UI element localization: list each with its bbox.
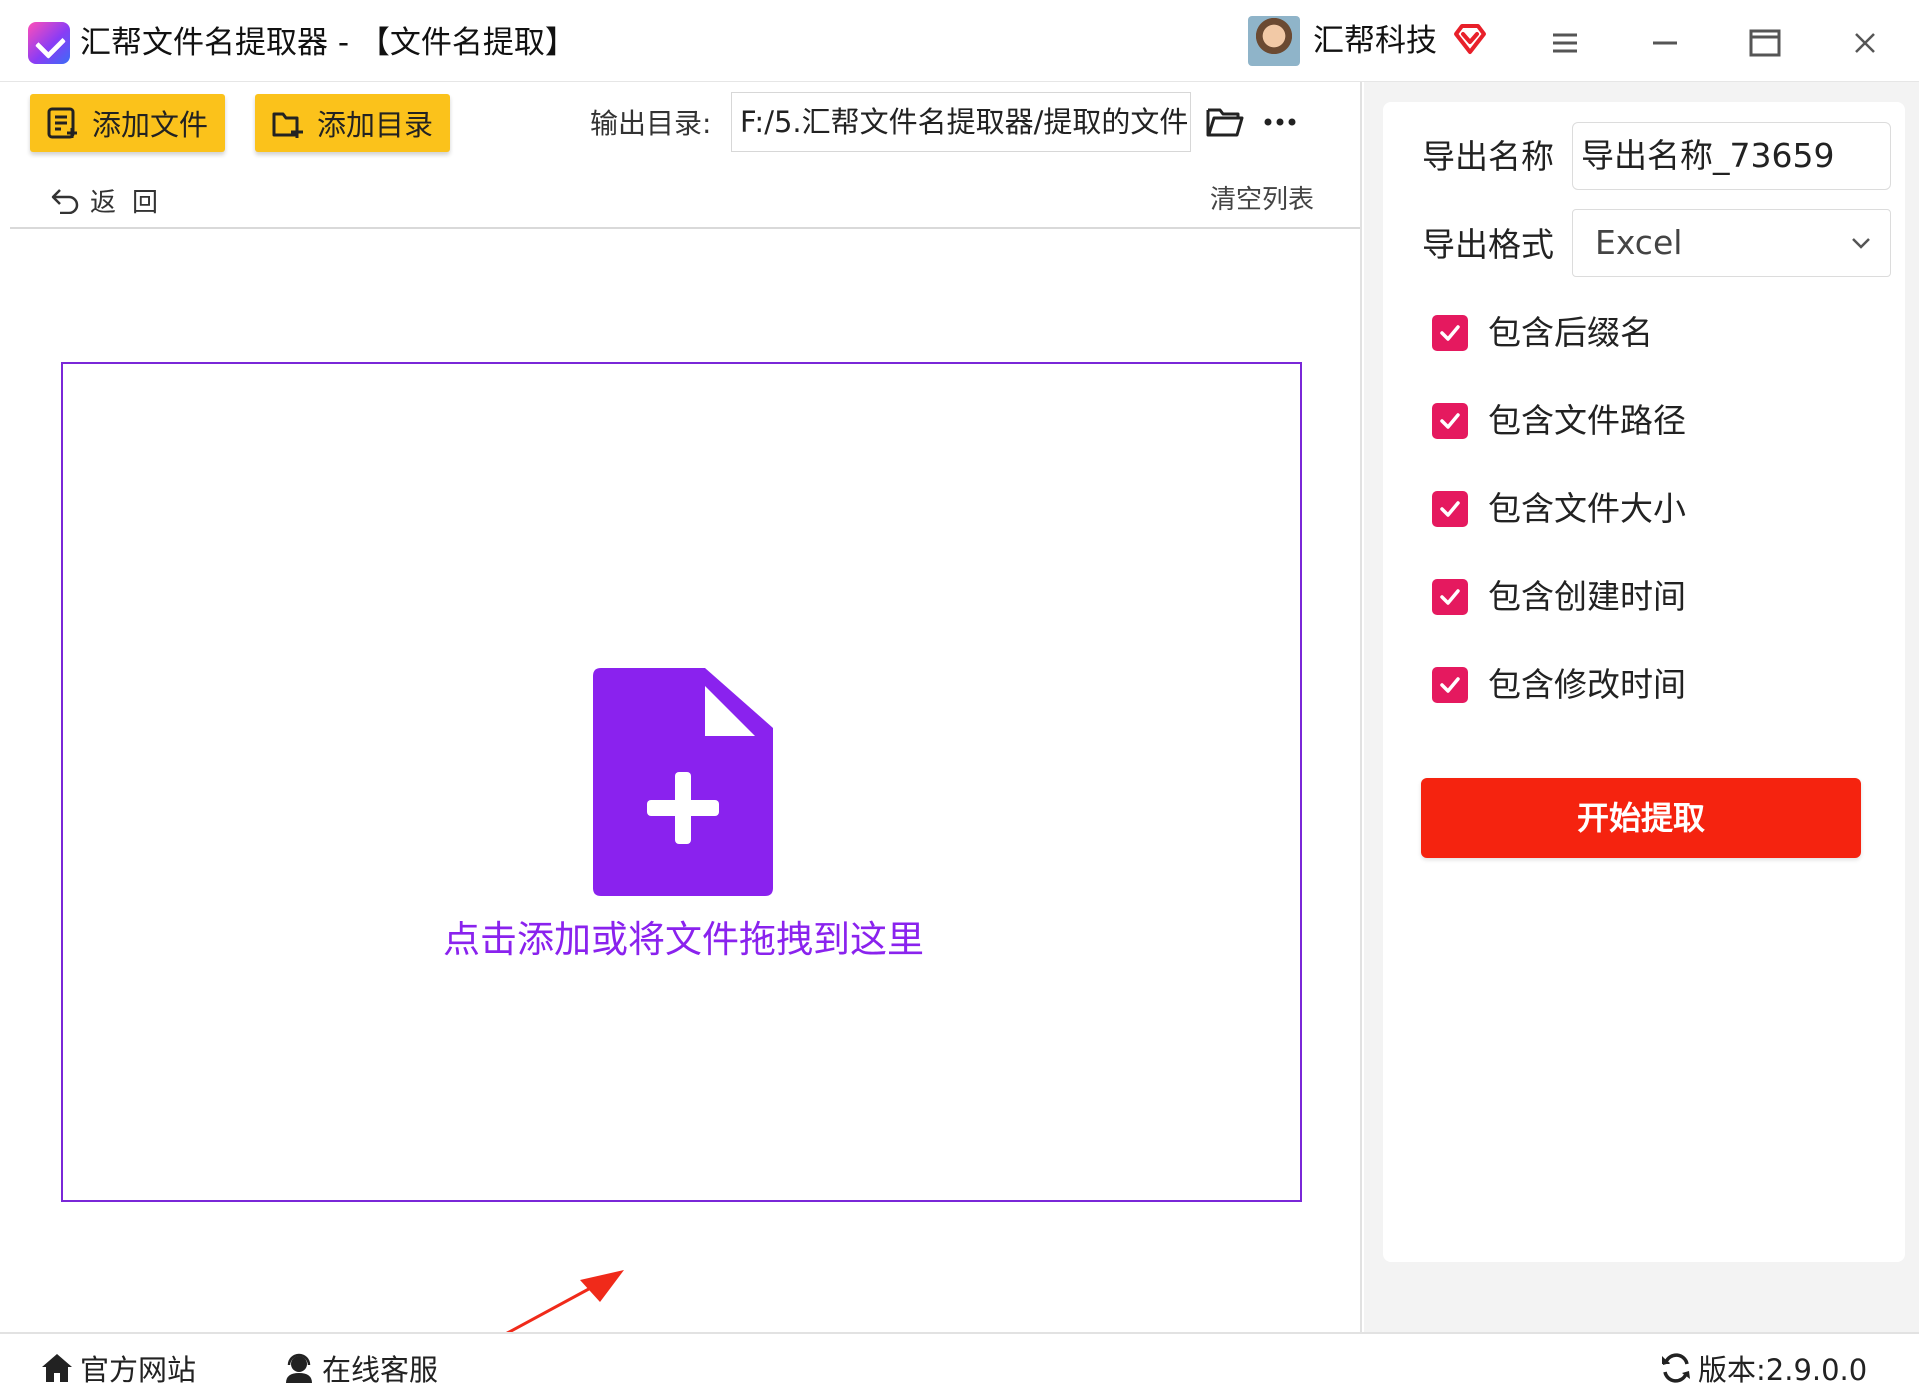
back-arrow-icon <box>51 189 79 214</box>
maximize-icon[interactable] <box>1740 18 1790 68</box>
output-dir-field[interactable]: F:/5.汇帮文件名提取器/提取的文件 <box>731 92 1191 152</box>
drop-zone-hint: 点击添加或将文件拖拽到这里 <box>443 918 924 961</box>
option-label: 包含创建时间 <box>1488 577 1686 616</box>
checkbox-checked-icon[interactable] <box>1432 315 1468 351</box>
output-dir-label: 输出目录: <box>590 107 712 140</box>
official-website-label: 官方网站 <box>80 1353 197 1387</box>
export-format-select[interactable]: Excel <box>1572 209 1891 277</box>
option-label: 包含修改时间 <box>1488 665 1686 704</box>
back-button[interactable]: 返回 <box>50 180 174 220</box>
refresh-icon[interactable] <box>1660 1352 1692 1384</box>
home-icon <box>42 1354 72 1382</box>
checkbox-checked-icon[interactable] <box>1432 579 1468 615</box>
option-include-extension[interactable]: 包含后缀名 <box>1432 313 1653 353</box>
clear-list-button[interactable]: 清空列表 <box>1210 180 1314 220</box>
folder-open-icon[interactable] <box>1205 104 1245 140</box>
option-include-created-time[interactable]: 包含创建时间 <box>1432 577 1686 617</box>
option-label: 包含文件路径 <box>1488 401 1686 440</box>
option-include-modified-time[interactable]: 包含修改时间 <box>1432 665 1686 705</box>
export-format-value: Excel <box>1595 223 1683 262</box>
option-label: 包含后缀名 <box>1488 313 1653 352</box>
export-name-input[interactable]: 导出名称_73659 <box>1572 122 1891 190</box>
version-label: 版本:2.9.0.0 <box>1698 1353 1868 1387</box>
add-directory-button[interactable]: 添加目录 <box>255 94 450 152</box>
start-extract-button[interactable]: 开始提取 <box>1421 778 1861 858</box>
official-website-link[interactable]: 官方网站 <box>40 1348 196 1388</box>
app-window: 汇帮文件名提取器 - 【文件名提取】 汇帮科技 添加文件 添加目录 输出目录: … <box>0 0 1919 1399</box>
brand-name[interactable]: 汇帮科技 <box>1313 20 1437 62</box>
add-file-button[interactable]: 添加文件 <box>30 94 225 152</box>
add-file-label: 添加文件 <box>92 108 209 142</box>
checkbox-checked-icon[interactable] <box>1432 403 1468 439</box>
window-title: 汇帮文件名提取器 - 【文件名提取】 <box>80 25 576 61</box>
export-name-label: 导出名称 <box>1422 137 1554 176</box>
vip-diamond-icon[interactable] <box>1452 20 1488 56</box>
support-agent-icon <box>286 1353 312 1383</box>
version-info: 版本:2.9.0.0 <box>1660 1348 1867 1388</box>
title-bar: 汇帮文件名提取器 - 【文件名提取】 汇帮科技 <box>0 0 1919 82</box>
file-drop-zone[interactable]: 点击添加或将文件拖拽到这里 <box>61 362 1302 1399</box>
checkbox-checked-icon[interactable] <box>1432 491 1468 527</box>
add-document-icon <box>593 668 773 896</box>
file-list-pane: 添加文件 添加目录 输出目录: F:/5.汇帮文件名提取器/提取的文件 返回 清… <box>0 82 1362 1399</box>
export-format-label: 导出格式 <box>1422 225 1554 264</box>
option-label: 包含文件大小 <box>1488 489 1686 528</box>
menu-icon[interactable] <box>1540 18 1590 68</box>
back-label: 返回 <box>90 187 175 218</box>
checkbox-checked-icon[interactable] <box>1432 667 1468 703</box>
add-file-icon <box>47 107 77 139</box>
chevron-down-icon <box>1852 238 1870 249</box>
add-folder-icon <box>272 112 303 138</box>
status-bar: 官方网站 在线客服 版本:2.9.0.0 <box>0 1332 1919 1399</box>
add-directory-label: 添加目录 <box>317 108 434 142</box>
option-include-path[interactable]: 包含文件路径 <box>1432 401 1686 441</box>
user-avatar[interactable] <box>1248 16 1300 66</box>
app-logo-icon <box>28 22 70 64</box>
online-service-link[interactable]: 在线客服 <box>282 1348 438 1388</box>
close-icon[interactable] <box>1840 18 1890 68</box>
toolbar-divider <box>10 227 1360 229</box>
online-service-label: 在线客服 <box>322 1353 439 1387</box>
option-include-size[interactable]: 包含文件大小 <box>1432 489 1686 529</box>
more-options-icon[interactable] <box>1260 104 1300 140</box>
minimize-icon[interactable] <box>1640 18 1690 68</box>
